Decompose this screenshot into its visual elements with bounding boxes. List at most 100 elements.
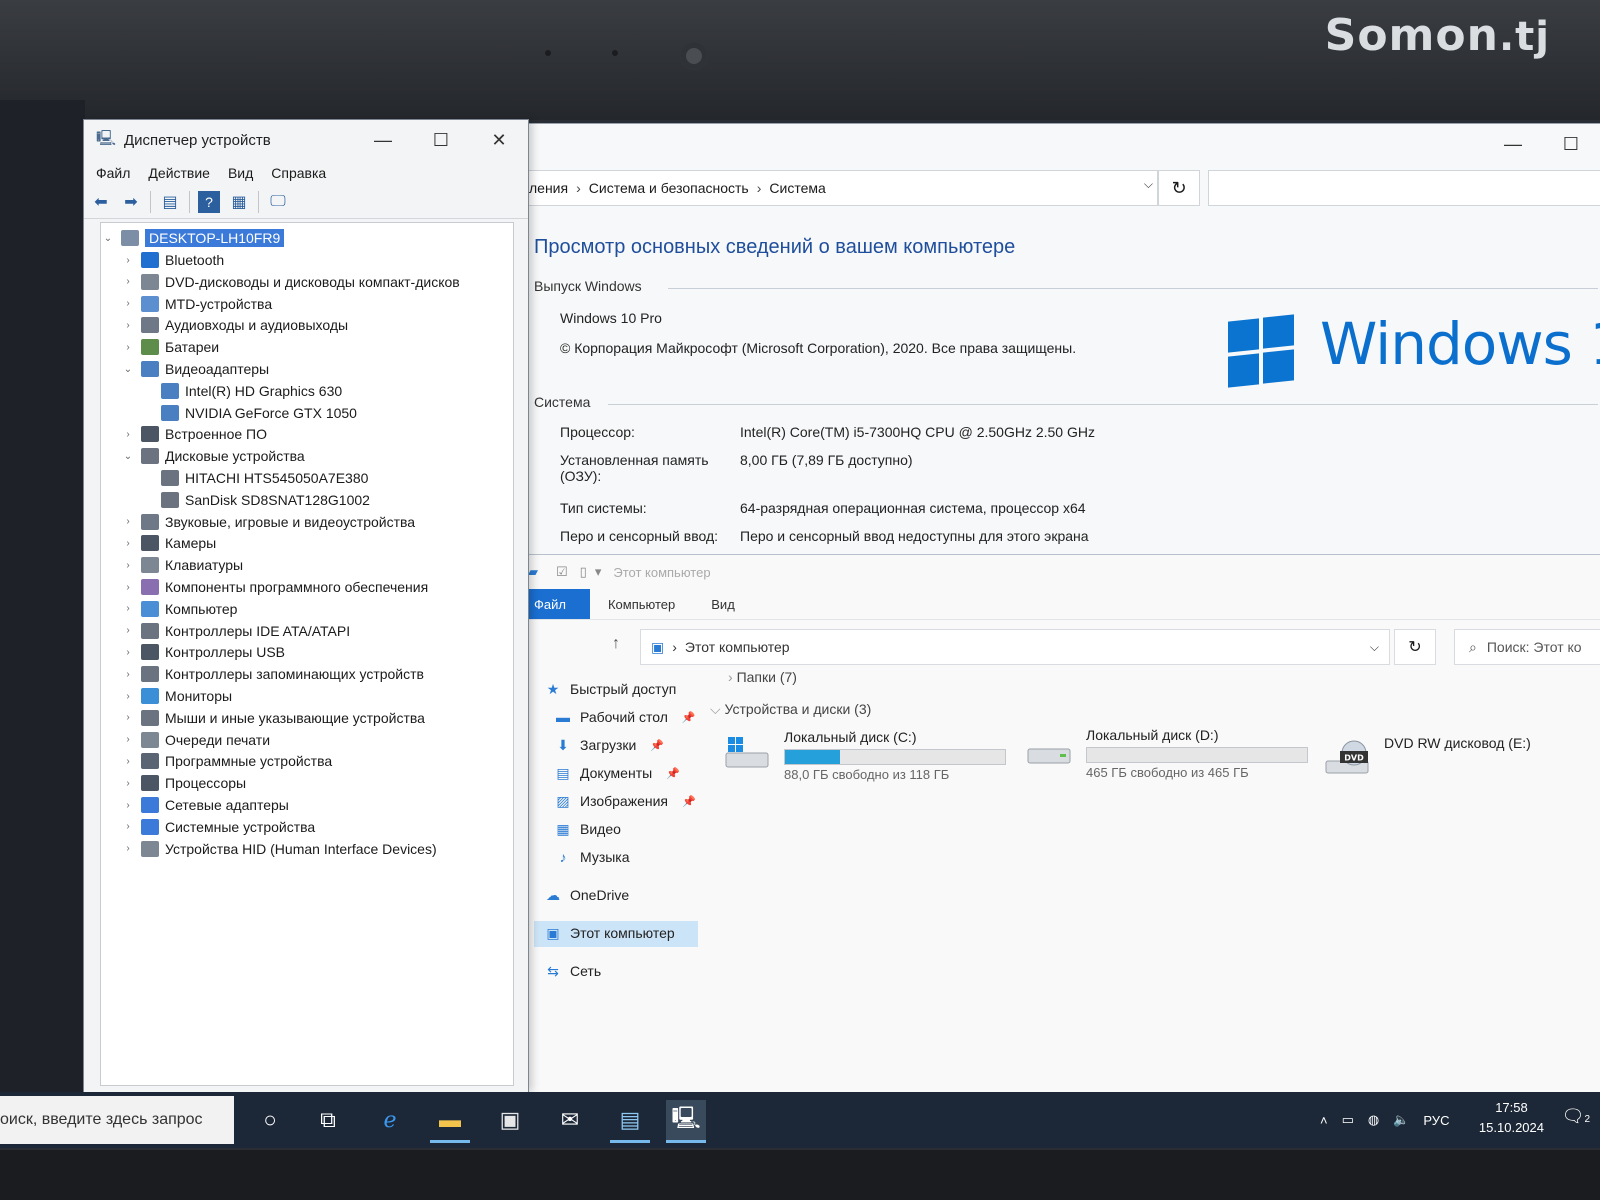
tree-category[interactable]: › Батареи	[121, 336, 219, 358]
drive-e[interactable]: DVD DVD RW дисковод (E:)	[1324, 735, 1594, 795]
tree-category[interactable]: › Контроллеры запоминающих устройств	[121, 663, 424, 685]
device-manager-taskbar-icon[interactable]: 🖳	[666, 1100, 706, 1143]
network-icon[interactable]: ◍	[1368, 1112, 1379, 1128]
breadcrumb[interactable]: ления › Система и безопасность › Система…	[528, 170, 1158, 206]
tree-category[interactable]: › Камеры	[121, 532, 216, 554]
edge-icon[interactable]: ℯ	[370, 1100, 410, 1140]
chevron-down-icon[interactable]: ⌵	[1144, 177, 1153, 192]
tree-category[interactable]: › Мониторы	[121, 685, 232, 707]
pin-icon[interactable]: 📌	[682, 711, 696, 724]
menu-action[interactable]: Действие	[148, 165, 210, 181]
chevron-right-icon[interactable]: ›	[121, 821, 135, 832]
forward-arrow-icon[interactable]: ➡	[120, 191, 142, 213]
chevron-down-icon[interactable]: ⌄	[101, 233, 115, 244]
chevron-right-icon[interactable]: ›	[121, 516, 135, 527]
control-panel-search-input[interactable]	[1208, 170, 1600, 206]
tree-category[interactable]: › Компьютер	[121, 598, 237, 620]
tree-category[interactable]: › Звуковые, игровые и видеоустройства	[121, 511, 415, 533]
tree-category[interactable]: › Контроллеры USB	[121, 641, 285, 663]
chevron-right-icon[interactable]: ›	[121, 843, 135, 854]
refresh-button[interactable]: ↻	[1158, 170, 1200, 206]
breadcrumb-item[interactable]: Система и безопасность	[589, 180, 749, 196]
chevron-right-icon[interactable]: ›	[121, 320, 135, 331]
chevron-down-icon[interactable]: ⌵	[1370, 640, 1379, 655]
chevron-right-icon[interactable]: ›	[121, 582, 135, 593]
tree-category[interactable]: › Аудиовходы и аудиовыходы	[121, 314, 348, 336]
tab-view[interactable]: Вид	[693, 589, 753, 619]
chevron-down-icon[interactable]: ⌄	[121, 451, 135, 462]
chevron-right-icon[interactable]: ›	[121, 800, 135, 811]
nav-item[interactable]: ♪ Музыка	[554, 849, 630, 865]
tree-category[interactable]: › Встроенное ПО	[121, 423, 267, 445]
tree-device[interactable]: Intel(R) HD Graphics 630	[153, 380, 342, 402]
devices-group-header[interactable]: ⌵ Устройства и диски (3)	[710, 701, 871, 718]
chevron-right-icon[interactable]: ›	[121, 429, 135, 440]
tree-category[interactable]: ⌄ Дисковые устройства	[121, 445, 305, 467]
tree-category[interactable]: › Bluetooth	[121, 249, 224, 271]
nav-item[interactable]: ▤ Документы 📌	[554, 765, 680, 782]
maximize-button[interactable]: ☐	[412, 120, 470, 160]
nav-item[interactable]: ☁ OneDrive	[544, 887, 629, 904]
tree-device[interactable]: NVIDIA GeForce GTX 1050	[153, 402, 357, 424]
tree-device[interactable]: SanDisk SD8SNAT128G1002	[153, 489, 370, 511]
chevron-right-icon[interactable]: ›	[121, 560, 135, 571]
nav-item[interactable]: ⇆ Сеть	[544, 963, 601, 980]
chevron-right-icon[interactable]: ›	[121, 691, 135, 702]
nav-item[interactable]: ▨ Изображения 📌	[554, 793, 696, 810]
chevron-right-icon[interactable]: ›	[121, 647, 135, 658]
language-indicator[interactable]: РУС	[1423, 1113, 1449, 1128]
chevron-right-icon[interactable]: ›	[121, 298, 135, 309]
back-arrow-icon[interactable]: ⬅	[90, 191, 112, 213]
up-arrow-icon[interactable]: ↑	[612, 635, 620, 653]
chevron-right-icon[interactable]: ›	[121, 734, 135, 745]
nav-item[interactable]: ▬ Рабочий стол 📌	[554, 709, 696, 725]
tree-category[interactable]: › Процессоры	[121, 772, 246, 794]
tree-category[interactable]: › Очереди печати	[121, 729, 270, 751]
chevron-right-icon[interactable]: ›	[121, 625, 135, 636]
control-panel-icon[interactable]: ▤	[610, 1100, 650, 1143]
volume-icon[interactable]: 🔈	[1393, 1112, 1409, 1128]
show-hidden-icon[interactable]: ▦	[228, 191, 250, 213]
tree-category[interactable]: › Компоненты программного обеспечения	[121, 576, 428, 598]
monitor-icon[interactable]: 🖵	[267, 191, 289, 213]
tab-file[interactable]: Файл	[528, 589, 590, 619]
chevron-down-icon[interactable]: ▾	[595, 564, 602, 580]
cortana-icon[interactable]: ○	[250, 1100, 290, 1140]
pin-icon[interactable]: 📌	[650, 739, 664, 752]
tree-category[interactable]: › MTD-устройства	[121, 293, 272, 315]
chevron-right-icon[interactable]: ›	[121, 778, 135, 789]
chevron-right-icon[interactable]: ›	[121, 712, 135, 723]
tab-computer[interactable]: Компьютер	[590, 589, 693, 619]
properties-icon[interactable]: ▤	[159, 191, 181, 213]
new-folder-icon[interactable]: ▯	[580, 564, 587, 580]
explorer-refresh-button[interactable]: ↻	[1394, 629, 1436, 665]
tree-root[interactable]: ⌄ DESKTOP-LH10FR9	[101, 227, 285, 249]
explorer-address-bar[interactable]: ▣ › Этот компьютер ⌵	[640, 629, 1390, 665]
minimize-button[interactable]: —	[1484, 124, 1542, 164]
file-explorer-icon[interactable]: ▬	[430, 1100, 470, 1143]
minimize-button[interactable]: —	[354, 120, 412, 160]
tree-category[interactable]: › Сетевые адаптеры	[121, 794, 289, 816]
chevron-right-icon[interactable]: ›	[121, 669, 135, 680]
menu-view[interactable]: Вид	[228, 165, 253, 181]
explorer-search-input[interactable]: ⌕ Поиск: Этот ко	[1454, 629, 1600, 665]
breadcrumb-item[interactable]: Система	[769, 180, 825, 196]
breadcrumb-item[interactable]: ления	[529, 180, 568, 196]
nav-item[interactable]: ★ Быстрый доступ	[544, 681, 677, 698]
task-view-icon[interactable]: ⧉	[308, 1100, 348, 1140]
notification-icon[interactable]: 🗨2	[1562, 1106, 1590, 1127]
chevron-down-icon[interactable]: ⌄	[121, 364, 135, 375]
menu-file[interactable]: Файл	[96, 165, 130, 181]
chevron-right-icon[interactable]: ›	[121, 603, 135, 614]
help-icon[interactable]: ?	[198, 191, 220, 213]
battery-icon[interactable]: ▭	[1342, 1112, 1354, 1128]
drive-d[interactable]: Локальный диск (D:) 465 ГБ свободно из 4…	[1026, 727, 1326, 787]
chevron-right-icon[interactable]: ›	[121, 756, 135, 767]
chevron-up-icon[interactable]: ˄	[1320, 1113, 1328, 1128]
mail-icon[interactable]: ✉	[550, 1100, 590, 1140]
tree-category[interactable]: › Программные устройства	[121, 750, 332, 772]
nav-item[interactable]: ▦ Видео	[554, 821, 621, 838]
tree-category[interactable]: › DVD-дисководы и дисководы компакт-диско…	[121, 271, 460, 293]
pin-icon[interactable]: 📌	[682, 795, 696, 808]
folders-group-header[interactable]: › Папки (7)	[728, 669, 797, 685]
